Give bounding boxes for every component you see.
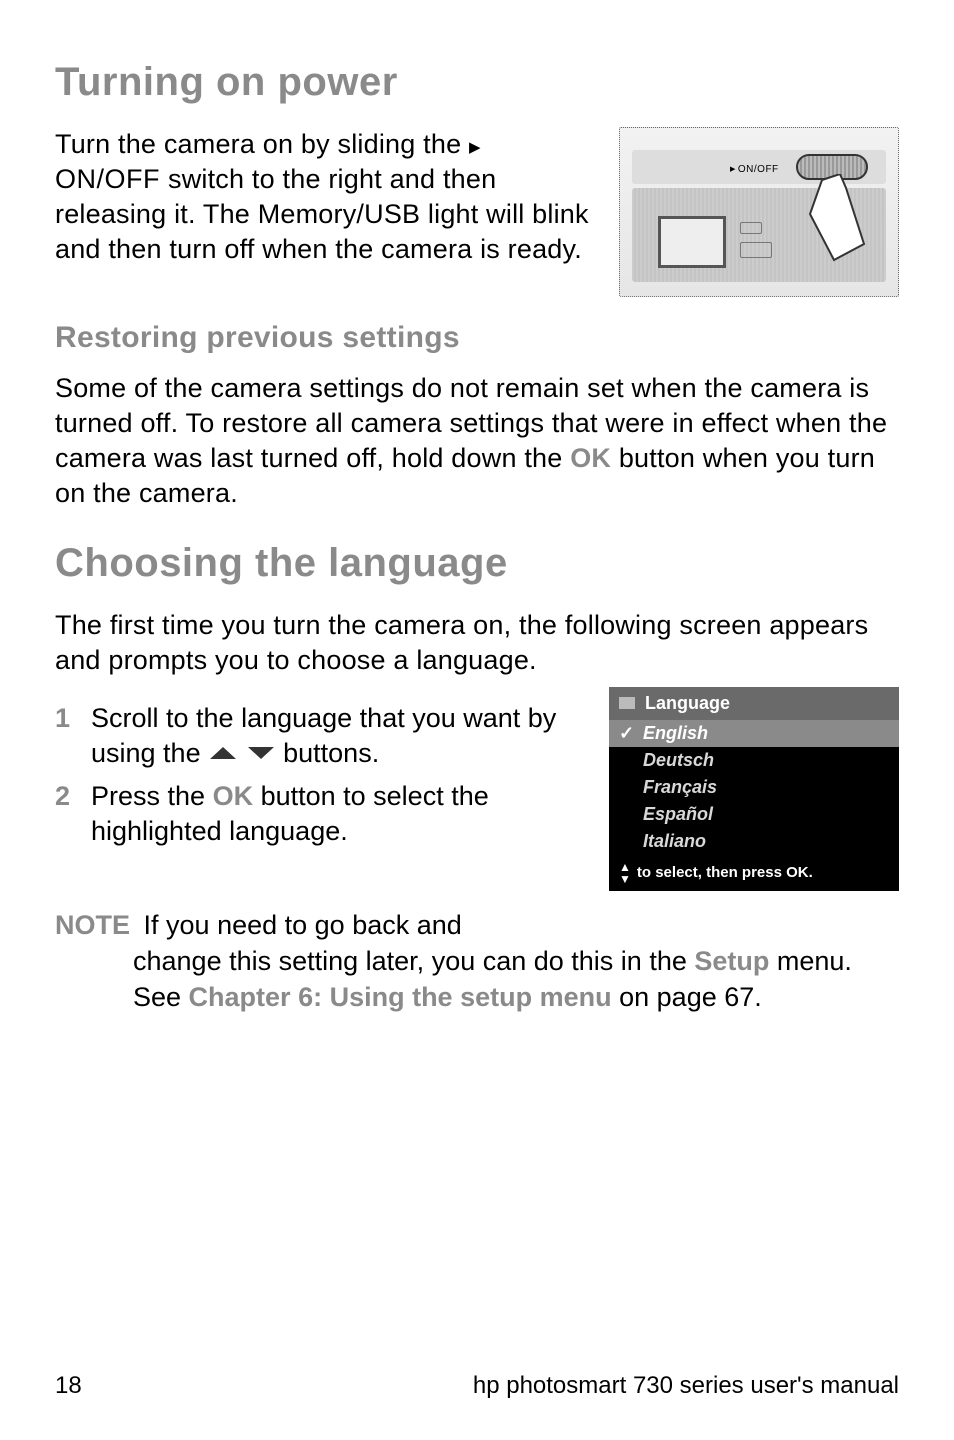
setup-menu-label: Setup [694,946,769,976]
language-option-italiano: Italiano [609,828,899,855]
note-text-d: on page 67. [619,982,762,1012]
illus-pointer-arrow-icon [804,174,874,264]
step-2-text: Press the OK button to select the highli… [91,779,581,849]
flag-icon [619,697,635,709]
illus-onoff-label: ON/OFF [730,164,779,175]
note-line-2: change this setting later, you can do th… [133,943,899,1016]
heading-turning-on-power: Turning on power [55,60,899,105]
up-down-icon: ▲▼ [619,861,631,885]
restore-paragraph: Some of the camera settings do not remai… [55,371,899,511]
language-menu-header: Language [609,687,899,720]
ok-button-label-inline-2: OK [213,781,254,811]
up-triangle-icon [208,745,238,761]
illus-small-button-2 [740,242,772,258]
ok-button-label-inline: OK [570,443,611,473]
note-line-1: NOTE If you need to go back and [55,907,899,943]
language-option-deutsch: Deutsch [609,747,899,774]
step-number-2: 2 [55,779,79,849]
step-number-1: 1 [55,701,79,771]
camera-illustration: ON/OFF [619,127,899,297]
right-triangle-icon: ▶ [469,138,481,158]
heading-restoring-settings: Restoring previous settings [55,321,899,355]
language-steps: 1 Scroll to the language that you want b… [55,701,581,849]
step2-a: Press the [91,781,213,811]
language-menu-screenshot: Language English Deutsch Français Españo… [609,687,899,891]
power-text-a: Turn the camera on by sliding the [55,129,469,159]
illus-small-button-1 [740,222,762,234]
language-option-english: English [609,720,899,747]
illus-screen [658,216,726,268]
note-text-a: If you need to go back and [144,910,462,940]
heading-choosing-language: Choosing the language [55,541,899,586]
chapter-reference: Chapter 6: Using the setup menu [189,982,612,1012]
language-menu-title: Language [645,693,730,714]
note-text-b: change this setting later, you can do th… [133,946,694,976]
language-menu-footer: ▲▼ to select, then press OK. [609,855,899,891]
language-menu-footer-text: to select, then press OK. [637,864,813,881]
on-off-label: ON/OFF [55,164,168,194]
language-option-espanol: Español [609,801,899,828]
language-intro: The first time you turn the camera on, t… [55,608,899,678]
step1-b: buttons. [283,738,379,768]
page-number: 18 [55,1372,82,1400]
power-paragraph: Turn the camera on by sliding the ▶ ON/O… [55,127,589,267]
language-option-francais: Français [609,774,899,801]
down-triangle-icon [246,745,276,761]
step-1-text: Scroll to the language that you want by … [91,701,581,771]
note-label: NOTE [55,910,130,940]
manual-title: hp photosmart 730 series user's manual [473,1372,899,1400]
